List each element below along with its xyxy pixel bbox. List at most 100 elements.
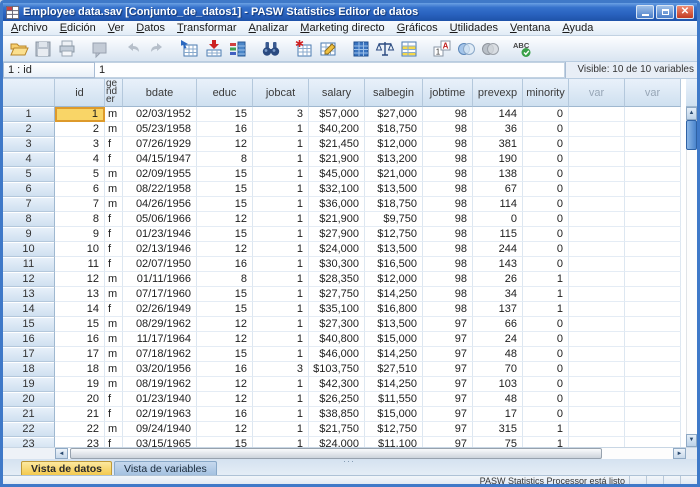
cell-8-gender[interactable]: f (105, 212, 123, 227)
show-all-variables-icon[interactable] (478, 37, 502, 61)
recall-dialogs-icon[interactable] (88, 37, 112, 61)
cell-13-var1[interactable] (569, 287, 625, 302)
cell-13-salary[interactable]: $27,750 (309, 287, 365, 302)
cell-2-jobcat[interactable]: 1 (253, 122, 309, 137)
cell-3-prevexp[interactable]: 381 (473, 137, 523, 152)
cell-1-gender[interactable]: m (105, 107, 123, 122)
cell-16-salary[interactable]: $40,800 (309, 332, 365, 347)
cell-15-jobcat[interactable]: 1 (253, 317, 309, 332)
cell-15-minority[interactable]: 0 (523, 317, 569, 332)
cell-1-id[interactable]: 1 (55, 107, 105, 122)
menu-ver[interactable]: Ver (102, 21, 131, 35)
cell-12-var2[interactable] (625, 272, 681, 287)
cell-16-gender[interactable]: m (105, 332, 123, 347)
cell-23-var2[interactable] (625, 437, 681, 447)
row-header-22[interactable]: 22 (3, 422, 55, 437)
row-header-1[interactable]: 1 (3, 107, 55, 122)
cell-19-gender[interactable]: m (105, 377, 123, 392)
cell-14-jobcat[interactable]: 1 (253, 302, 309, 317)
cell-9-prevexp[interactable]: 115 (473, 227, 523, 242)
cell-19-jobtime[interactable]: 97 (423, 377, 473, 392)
cell-18-prevexp[interactable]: 70 (473, 362, 523, 377)
cell-15-var2[interactable] (625, 317, 681, 332)
cell-11-bdate[interactable]: 02/07/1950 (123, 257, 197, 272)
row-header-13[interactable]: 13 (3, 287, 55, 302)
cell-1-minority[interactable]: 0 (523, 107, 569, 122)
cell-5-jobtime[interactable]: 98 (423, 167, 473, 182)
cell-13-jobcat[interactable]: 1 (253, 287, 309, 302)
cell-1-var1[interactable] (569, 107, 625, 122)
cell-22-jobtime[interactable]: 97 (423, 422, 473, 437)
cell-23-salary[interactable]: $24,000 (309, 437, 365, 447)
cell-12-salary[interactable]: $28,350 (309, 272, 365, 287)
cell-22-var2[interactable] (625, 422, 681, 437)
cell-14-educ[interactable]: 15 (197, 302, 253, 317)
cell-17-gender[interactable]: m (105, 347, 123, 362)
cell-16-salbegin[interactable]: $15,000 (365, 332, 423, 347)
cell-6-salbegin[interactable]: $13,500 (365, 182, 423, 197)
cell-15-gender[interactable]: m (105, 317, 123, 332)
cell-7-salary[interactable]: $36,000 (309, 197, 365, 212)
cell-14-gender[interactable]: f (105, 302, 123, 317)
cell-13-educ[interactable]: 15 (197, 287, 253, 302)
scroll-up-button[interactable]: ▲ (686, 107, 697, 120)
cell-9-jobtime[interactable]: 98 (423, 227, 473, 242)
cell-19-jobcat[interactable]: 1 (253, 377, 309, 392)
cell-14-minority[interactable]: 1 (523, 302, 569, 317)
cell-6-prevexp[interactable]: 67 (473, 182, 523, 197)
cell-9-bdate[interactable]: 01/23/1946 (123, 227, 197, 242)
cell-16-jobtime[interactable]: 97 (423, 332, 473, 347)
column-header-bdate[interactable]: bdate (123, 79, 197, 107)
cell-2-educ[interactable]: 16 (197, 122, 253, 137)
cell-1-var2[interactable] (625, 107, 681, 122)
cell-2-var1[interactable] (569, 122, 625, 137)
cell-8-bdate[interactable]: 05/06/1966 (123, 212, 197, 227)
cell-13-gender[interactable]: m (105, 287, 123, 302)
cell-19-var1[interactable] (569, 377, 625, 392)
minimize-button[interactable] (636, 5, 654, 19)
cell-22-bdate[interactable]: 09/24/1940 (123, 422, 197, 437)
cell-5-gender[interactable]: m (105, 167, 123, 182)
cell-23-educ[interactable]: 15 (197, 437, 253, 447)
goto-case-icon[interactable] (178, 37, 202, 61)
cell-13-jobtime[interactable]: 98 (423, 287, 473, 302)
cell-11-prevexp[interactable]: 143 (473, 257, 523, 272)
menu-archivo[interactable]: Archivo (5, 21, 54, 35)
cell-21-var1[interactable] (569, 407, 625, 422)
cell-8-jobcat[interactable]: 1 (253, 212, 309, 227)
cell-13-salbegin[interactable]: $14,250 (365, 287, 423, 302)
cell-15-bdate[interactable]: 08/29/1962 (123, 317, 197, 332)
cell-21-minority[interactable]: 0 (523, 407, 569, 422)
cell-10-jobcat[interactable]: 1 (253, 242, 309, 257)
cell-3-var1[interactable] (569, 137, 625, 152)
open-file-icon[interactable] (7, 37, 31, 61)
tab-vista-de-variables[interactable]: Vista de variables (114, 461, 217, 475)
cell-4-salary[interactable]: $21,900 (309, 152, 365, 167)
cell-3-var2[interactable] (625, 137, 681, 152)
cell-20-var1[interactable] (569, 392, 625, 407)
undo-icon[interactable] (121, 37, 145, 61)
cell-5-jobcat[interactable]: 1 (253, 167, 309, 182)
cell-18-jobcat[interactable]: 3 (253, 362, 309, 377)
cell-16-var2[interactable] (625, 332, 681, 347)
cell-12-minority[interactable]: 1 (523, 272, 569, 287)
cell-19-bdate[interactable]: 08/19/1962 (123, 377, 197, 392)
cell-11-minority[interactable]: 0 (523, 257, 569, 272)
cell-2-salbegin[interactable]: $18,750 (365, 122, 423, 137)
cell-6-jobcat[interactable]: 1 (253, 182, 309, 197)
cell-19-salary[interactable]: $42,300 (309, 377, 365, 392)
weight-cases-icon[interactable] (373, 37, 397, 61)
cell-22-id[interactable]: 22 (55, 422, 105, 437)
cell-11-jobtime[interactable]: 98 (423, 257, 473, 272)
cell-14-salbegin[interactable]: $16,800 (365, 302, 423, 317)
cell-13-id[interactable]: 13 (55, 287, 105, 302)
cell-4-id[interactable]: 4 (55, 152, 105, 167)
cell-8-jobtime[interactable]: 98 (423, 212, 473, 227)
column-header-gender[interactable]: gender (105, 79, 123, 107)
cell-18-var2[interactable] (625, 362, 681, 377)
cell-17-prevexp[interactable]: 48 (473, 347, 523, 362)
cell-23-gender[interactable]: f (105, 437, 123, 447)
cell-2-jobtime[interactable]: 98 (423, 122, 473, 137)
cell-2-gender[interactable]: m (105, 122, 123, 137)
split-file-icon[interactable] (349, 37, 373, 61)
